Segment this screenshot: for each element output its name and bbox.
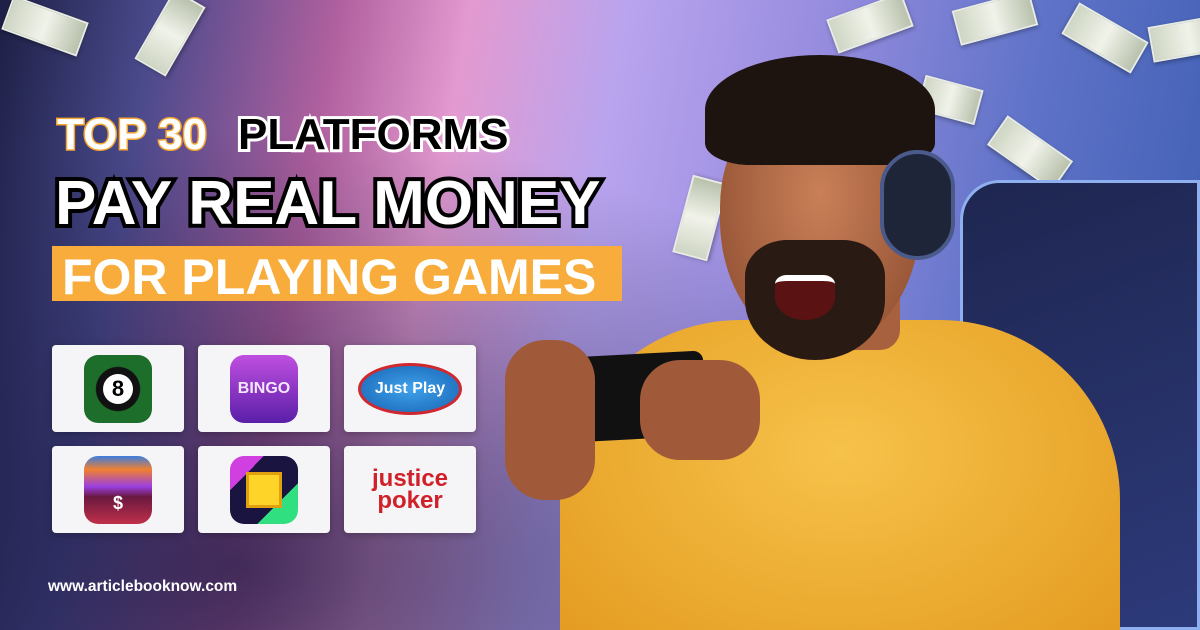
app-card-8-ball[interactable]: 8 [52,345,184,432]
person-hands [640,360,760,460]
dollar-bill-icon [134,0,206,77]
headline-top-highlight: TOP 30 [55,109,208,161]
app-card-bubble-shooter[interactable]: $ [52,446,184,533]
dollar-bill-icon [826,0,914,54]
bubble-shooter-icon: $ [84,455,152,524]
justice-poker-logo: justice poker [371,464,449,514]
dollar-bill-icon [1061,2,1149,74]
just-play-logo: Just Play [358,362,462,415]
person-mouth [775,275,835,320]
app-card-just-play[interactable]: Just Play [344,345,476,432]
person-hands [505,340,595,500]
app-card-justice-poker[interactable]: justice poker [344,446,476,533]
block-puzzle-icon [230,455,298,524]
person-hair [705,55,935,165]
dollar-bill-icon [1,0,89,57]
headline-top-rest: PLATFORMS [235,107,511,162]
promo-banner: TOP 30 PLATFORMS PAY REAL MONEY FOR PLAY… [0,0,1200,630]
headline-line2: PAY REAL MONEY [51,165,605,242]
dollar-bill-icon [951,0,1039,46]
block-icon [246,471,282,508]
headline-line3: FOR PLAYING GAMES [62,249,597,305]
app-card-bingo[interactable]: BINGO [198,345,330,432]
8-ball-icon: 8 [84,354,152,423]
dollar-bill-icon [1147,13,1200,63]
bingo-icon: BINGO [230,354,298,423]
website-url: www.articlebooknow.com [48,578,238,595]
headphones-icon [880,150,955,260]
app-card-block-puzzle[interactable] [198,446,330,533]
